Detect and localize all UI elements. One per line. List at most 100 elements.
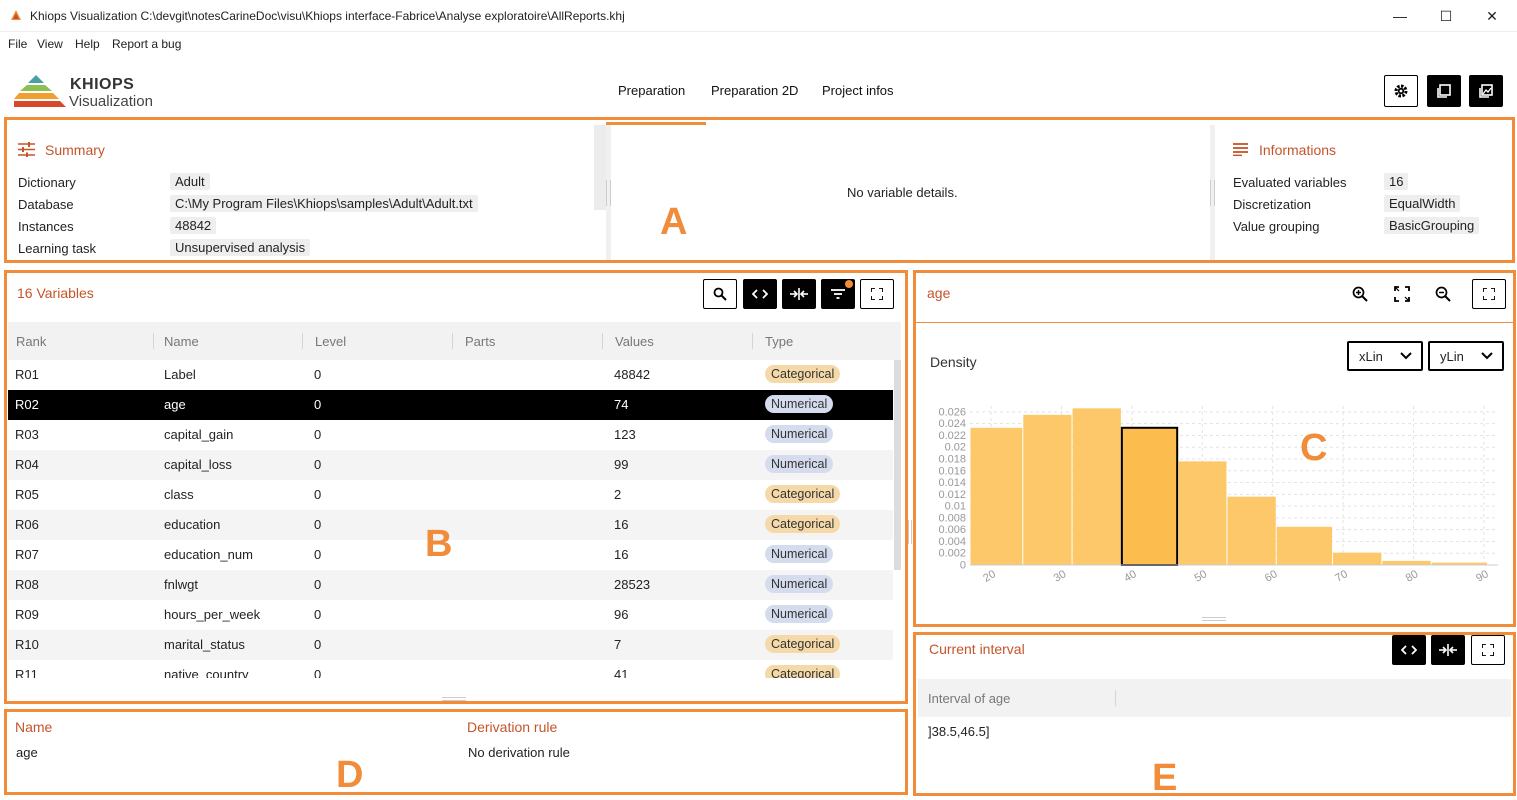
table-scrollbar-thumb[interactable]	[894, 360, 901, 570]
cell-name: marital_status	[164, 637, 245, 652]
histogram-bar[interactable]	[1023, 414, 1072, 565]
gear-icon	[1394, 84, 1408, 98]
histogram-bar[interactable]	[1227, 496, 1276, 565]
info-value-evaluated-variables: 16	[1384, 173, 1409, 190]
no-variable-details-text: No variable details.	[847, 185, 958, 200]
type-badge: Numerical	[765, 455, 834, 473]
column-values[interactable]: Values	[615, 334, 654, 349]
column-name[interactable]: Name	[164, 334, 199, 349]
filter-button[interactable]	[821, 279, 855, 309]
fullscreen-chart-button[interactable]	[1472, 279, 1506, 309]
histogram-bar-selected[interactable]	[1120, 426, 1179, 566]
x-tick-label: 70	[1333, 568, 1350, 585]
vertical-splitter-handle[interactable]	[442, 697, 466, 701]
x-scale-select[interactable]: xLin	[1347, 341, 1423, 371]
menu-help[interactable]: Help	[75, 37, 100, 51]
copy-view-button[interactable]	[1427, 75, 1461, 107]
column-rank[interactable]: Rank	[16, 334, 46, 349]
tab-preparation[interactable]: Preparation	[618, 83, 685, 98]
histogram-bar[interactable]	[1276, 526, 1333, 565]
table-row[interactable]: R03 capital_gain 0 123 Numerical	[8, 420, 893, 450]
column-interval[interactable]: Interval of age	[928, 691, 1010, 706]
interval-value[interactable]: ]38.5,46.5]	[928, 724, 989, 739]
menu-report-bug[interactable]: Report a bug	[112, 37, 181, 51]
interval-expand-button[interactable]	[1392, 635, 1426, 665]
y-scale-select[interactable]: yLin	[1428, 341, 1504, 371]
interval-compress-button[interactable]	[1431, 635, 1465, 665]
fullscreen-icon	[871, 288, 883, 300]
zoom-out-button[interactable]	[1428, 279, 1458, 309]
x-tick-label: 30	[1052, 568, 1069, 585]
table-row[interactable]: R10 marital_status 0 7 Categorical	[8, 630, 893, 660]
table-row[interactable]: R01 Label 0 48842 Categorical	[8, 360, 893, 390]
summary-value-dictionary: Adult	[170, 173, 210, 190]
column-separator[interactable]	[602, 333, 603, 349]
summary-key-instances: Instances	[18, 219, 74, 234]
zoom-in-button[interactable]	[1345, 279, 1375, 309]
screenshot-button[interactable]	[1469, 75, 1503, 107]
splitter-handle[interactable]	[606, 180, 611, 206]
table-row[interactable]: R11 native_country 0 41 Categorical	[8, 660, 893, 678]
x-tick-label: 40	[1122, 568, 1139, 585]
search-button[interactable]	[703, 279, 737, 309]
column-level[interactable]: Level	[315, 334, 346, 349]
horizontal-splitter-handle[interactable]	[908, 520, 912, 544]
fullscreen-variables-button[interactable]	[860, 279, 894, 309]
menu-file[interactable]: File	[8, 37, 27, 51]
column-separator[interactable]	[302, 333, 303, 349]
maximize-button[interactable]: ☐	[1423, 0, 1469, 32]
y-tick-label: 0.008	[938, 512, 966, 524]
minimize-button[interactable]: —	[1377, 0, 1423, 32]
cell-values: 48842	[614, 367, 651, 382]
histogram-bar[interactable]	[1178, 461, 1227, 565]
derivation-name-value: age	[16, 745, 38, 760]
table-row[interactable]: R09 hours_per_week 0 96 Numerical	[8, 600, 893, 630]
column-separator[interactable]	[153, 333, 154, 349]
table-row[interactable]: R08 fnlwgt 0 28523 Numerical	[8, 570, 893, 600]
interval-fullscreen-button[interactable]	[1471, 635, 1505, 665]
info-key-discretization: Discretization	[1233, 197, 1312, 212]
column-separator[interactable]	[752, 333, 753, 349]
histogram-bar[interactable]	[1382, 560, 1431, 565]
chart-splitter-handle[interactable]	[1202, 617, 1226, 621]
tab-project-infos[interactable]: Project infos	[822, 83, 894, 98]
window-title: Khiops Visualization C:\devgit\notesCari…	[30, 9, 625, 23]
settings-button[interactable]	[1384, 75, 1418, 107]
expand-columns-button[interactable]	[743, 279, 777, 309]
compress-columns-button[interactable]	[782, 279, 816, 309]
summary-value-learning-task: Unsupervised analysis	[170, 239, 311, 256]
info-value-value-grouping: BasicGrouping	[1384, 217, 1480, 234]
copy-icon	[1437, 84, 1451, 98]
histogram-bar[interactable]	[970, 427, 1023, 565]
x-scale-value: xLin	[1359, 348, 1383, 364]
zoom-reset-button[interactable]	[1387, 279, 1417, 309]
menu-view[interactable]: View	[37, 37, 63, 51]
tab-preparation-2d[interactable]: Preparation 2D	[711, 83, 798, 98]
cell-name: Label	[164, 367, 196, 382]
y-tick-label: 0.01	[945, 501, 966, 513]
table-row-selected[interactable]: R02 age 0 74 Numerical	[8, 390, 893, 420]
y-tick-label: 0.026	[938, 406, 966, 418]
cell-rank: R08	[15, 577, 39, 592]
cell-values: 2	[614, 487, 622, 502]
column-parts[interactable]: Parts	[465, 334, 495, 349]
table-row[interactable]: R04 capital_loss 0 99 Numerical	[8, 450, 893, 480]
close-button[interactable]: ✕	[1469, 0, 1515, 32]
table-row[interactable]: R05 class 0 2 Categorical	[8, 480, 893, 510]
y-tick-label: 0.016	[938, 465, 966, 477]
type-badge: Categorical	[765, 515, 841, 533]
chevron-down-icon	[1481, 352, 1493, 360]
histogram-bar[interactable]	[1072, 408, 1121, 565]
column-separator[interactable]	[1115, 690, 1116, 706]
splitter-handle-right[interactable]	[1210, 180, 1215, 206]
column-separator[interactable]	[452, 333, 453, 349]
informations-title: Informations	[1259, 142, 1337, 158]
column-type[interactable]: Type	[765, 334, 793, 349]
histogram-bar[interactable]	[1333, 552, 1382, 565]
region-d-frame	[4, 709, 908, 795]
density-histogram[interactable]: 00.0020.0040.0060.0080.010.0120.0140.016…	[918, 398, 1508, 603]
cell-rank: R09	[15, 607, 39, 622]
cell-name: age	[164, 397, 186, 412]
summary-scrollbar[interactable]	[594, 125, 606, 210]
cell-values: 41	[614, 667, 629, 678]
